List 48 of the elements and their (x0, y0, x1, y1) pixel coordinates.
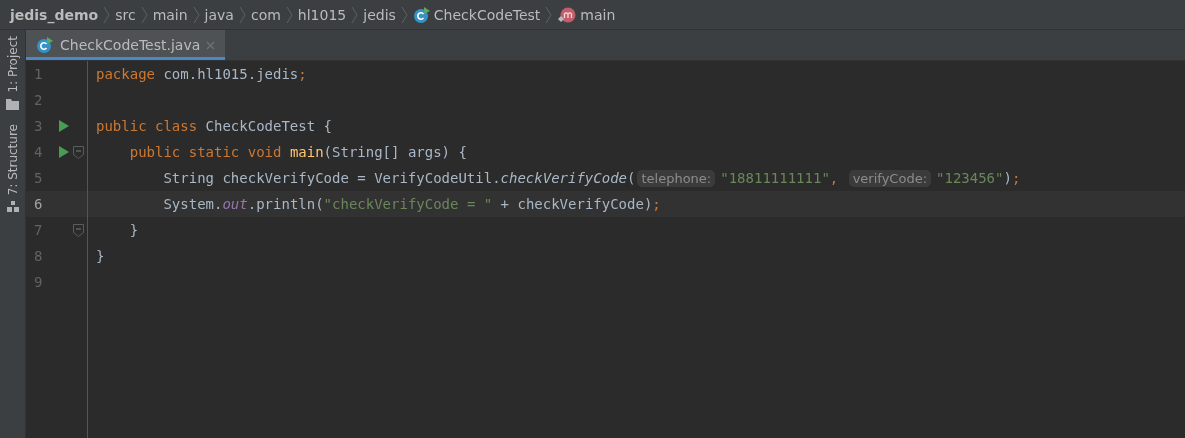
chevron-icon (103, 5, 111, 24)
code-line: System.out.println("checkVerifyCode = " + checkVerifyCode); (162, 196, 661, 212)
line-number: 5 (33, 170, 44, 186)
breadcrumb-item[interactable]: hl1015 (297, 6, 347, 23)
line-number: 9 (33, 274, 44, 290)
chevron-icon (140, 5, 148, 24)
folder-icon (6, 98, 19, 110)
breadcrumb-item[interactable]: main (580, 6, 616, 23)
line-number: 6 (33, 196, 44, 212)
tool-window-tab[interactable]: 7: Structure (5, 123, 20, 195)
chevron-icon (192, 5, 200, 24)
class-icon (412, 5, 431, 24)
parameter-hint: verifyCode: (848, 170, 932, 187)
tool-window-tab[interactable]: 1: Project (5, 36, 20, 93)
parameter-hint: telephone: (637, 170, 716, 187)
run-icon[interactable] (59, 146, 70, 158)
code-line: } (128, 222, 139, 238)
line-number: 2 (33, 92, 44, 108)
breadcrumb-item[interactable]: CheckCodeTest (433, 6, 541, 23)
method-icon (557, 5, 578, 24)
breadcrumb-item[interactable]: java (204, 6, 234, 23)
chevron-icon (238, 5, 246, 24)
line-number: 7 (33, 222, 44, 238)
run-icon[interactable] (59, 120, 70, 132)
line-number: 4 (33, 144, 44, 160)
class-icon (36, 36, 54, 54)
fold-icon[interactable] (73, 145, 85, 159)
breadcrumb-item[interactable]: jedis (363, 6, 396, 23)
code-line: } (95, 248, 105, 264)
breadcrumb-item[interactable]: jedis_demo (10, 6, 99, 23)
breadcrumb-item[interactable]: main (152, 6, 188, 23)
breadcrumb-item[interactable]: com (250, 6, 281, 23)
code-line: public class CheckCodeTest { (95, 118, 332, 134)
chevron-icon (400, 5, 408, 24)
code-line: String checkVerifyCode = VerifyCodeUtil.checkVerifyCode( telephone: "18811111111", verifyCode: "123456"); (162, 170, 1021, 186)
line-number: 1 (33, 66, 44, 82)
file-tab[interactable]: CheckCodeTest.java (26, 30, 226, 60)
line-number: 3 (33, 118, 44, 134)
code-line: public static void main(String[] args) { (128, 144, 467, 160)
chevron-icon (351, 5, 359, 24)
line-number: 8 (33, 248, 44, 264)
fold-icon[interactable] (73, 223, 85, 237)
chevron-icon (285, 5, 293, 24)
close-icon[interactable] (206, 40, 216, 50)
code-line: package com.hl1015.jedis; (95, 66, 307, 82)
breadcrumb-item[interactable]: src (115, 6, 136, 23)
chevron-icon (545, 5, 553, 24)
structure-icon (6, 200, 19, 212)
